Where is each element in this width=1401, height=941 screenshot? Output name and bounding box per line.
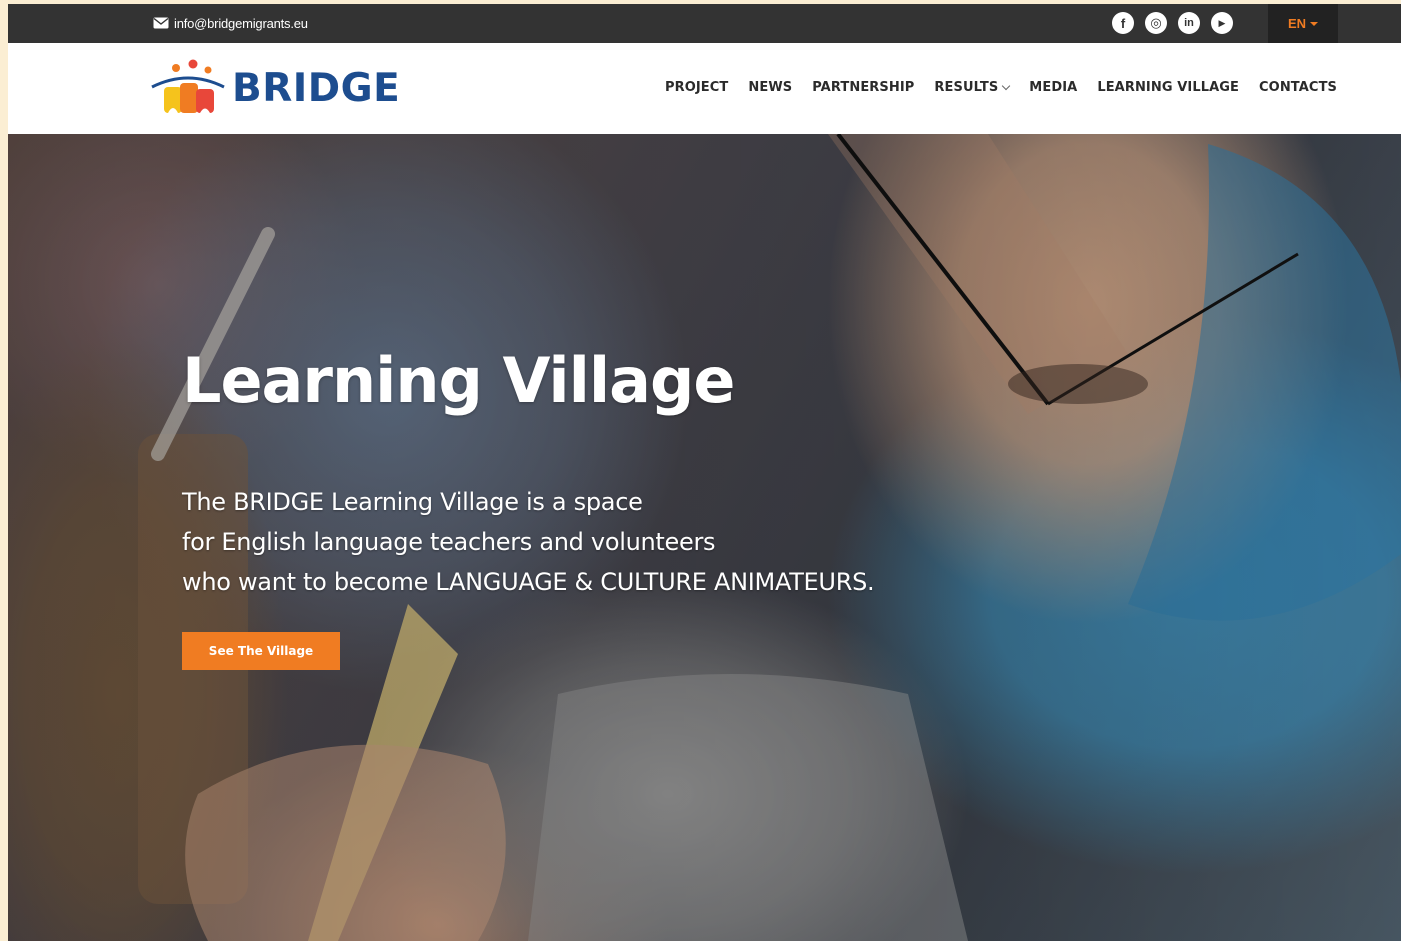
web-page: info@bridgemigrants.eu f ◎ in ▶ EN BRIDG… [8, 4, 1401, 941]
chevron-down-icon [1002, 81, 1011, 91]
nav-item-contacts[interactable]: CONTACTS [1259, 80, 1337, 95]
nav-label: LEARNING VILLAGE [1097, 80, 1240, 95]
hero-line: for English language teachers and volunt… [182, 528, 716, 556]
linkedin-glyph: in [1184, 17, 1194, 29]
facebook-glyph: f [1120, 15, 1126, 31]
nav-label: MEDIA [1029, 80, 1078, 95]
site-logo[interactable]: BRIDGE [150, 57, 400, 119]
nav-label: PROJECT [664, 80, 729, 95]
main-nav: PROJECT NEWS PARTNERSHIP RESULTS MEDIA L… [665, 80, 1337, 95]
social-links: f ◎ in ▶ [1112, 12, 1233, 34]
hero-banner: Learning Village The BRIDGE Learning Vil… [8, 134, 1401, 941]
envelope-icon [153, 17, 169, 29]
nav-item-results[interactable]: RESULTS [934, 80, 1011, 95]
hero-line: The BRIDGE Learning Village is a space [182, 488, 643, 516]
logo-text: BRIDGE [232, 65, 401, 111]
hero-line: who want to become LANGUAGE & CULTURE AN… [182, 568, 875, 596]
nav-item-partnership[interactable]: PARTNERSHIP [812, 80, 914, 95]
youtube-glyph: ▶ [1218, 17, 1226, 28]
nav-label: NEWS [748, 80, 793, 95]
nav-item-learning-village[interactable]: LEARNING VILLAGE [1097, 80, 1239, 95]
nav-item-project[interactable]: PROJECT [665, 80, 728, 95]
see-the-village-button[interactable]: See The Village [182, 632, 340, 670]
caret-down-icon [1310, 21, 1319, 26]
language-selector[interactable]: EN [1268, 4, 1338, 43]
hero-title: Learning Village [182, 344, 735, 417]
site-header: BRIDGE PROJECT NEWS PARTNERSHIP RESULTS … [8, 43, 1401, 134]
nav-label: RESULTS [934, 80, 999, 95]
linkedin-icon[interactable]: in [1178, 12, 1200, 34]
bridge-logo-icon [151, 59, 225, 113]
youtube-icon[interactable]: ▶ [1211, 12, 1233, 34]
facebook-icon[interactable]: f [1112, 12, 1134, 34]
instagram-glyph: ◎ [1150, 15, 1162, 30]
hero-description: The BRIDGE Learning Village is a space f… [182, 482, 875, 602]
nav-item-news[interactable]: NEWS [748, 80, 792, 95]
language-label: EN [1287, 16, 1307, 31]
email-link[interactable]: info@bridgemigrants.eu [153, 15, 308, 31]
email-text: info@bridgemigrants.eu [174, 15, 308, 31]
nav-label: PARTNERSHIP [812, 80, 915, 95]
top-bar: info@bridgemigrants.eu f ◎ in ▶ EN [8, 4, 1401, 43]
instagram-icon[interactable]: ◎ [1145, 12, 1167, 34]
nav-label: CONTACTS [1259, 80, 1337, 95]
nav-item-media[interactable]: MEDIA [1029, 80, 1077, 95]
